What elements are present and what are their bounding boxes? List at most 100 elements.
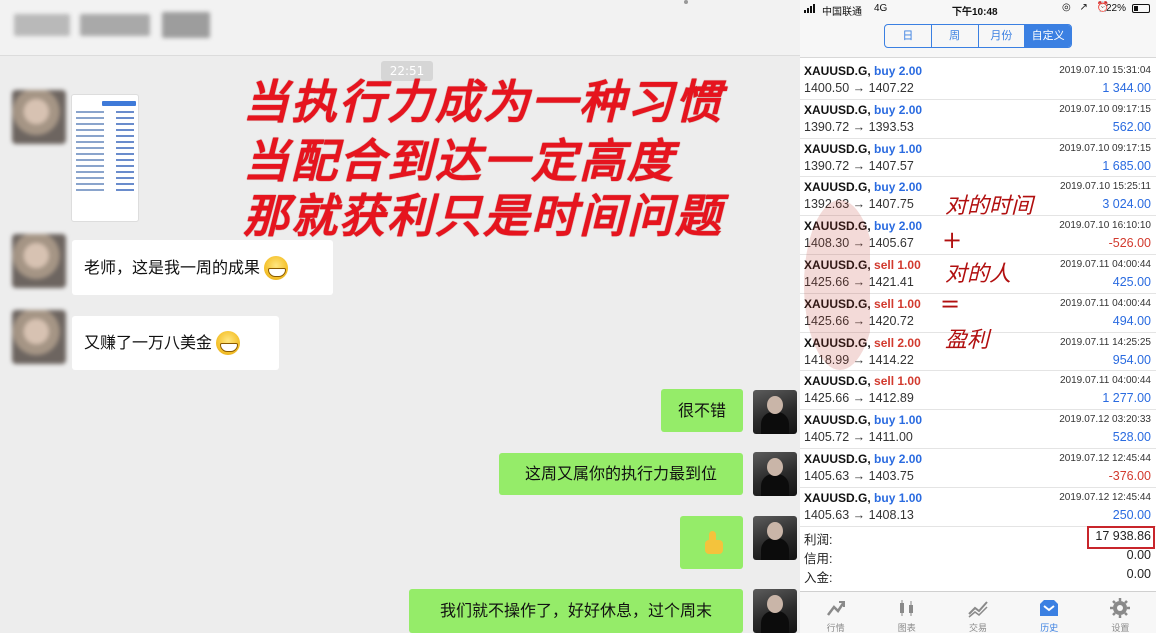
grin-icon <box>264 255 289 280</box>
deal-row[interactable]: XAUUSD.G, buy 2.00 1405.63 → 1403.75 2019.… <box>800 449 1156 488</box>
deal-side-volume: buy 2.00 <box>874 219 923 234</box>
summary-row-profit: 利润: 17 938.86 <box>800 526 1156 549</box>
deal-side-volume: buy 2.00 <box>874 102 923 117</box>
chat-panel: 22:51 老师，这是我一周的成果 又赚了一万八美金 很不错 这周又属你的执行力… <box>0 0 800 633</box>
deal-row[interactable]: XAUUSD.G, buy 2.00 1390.72 → 1393.53 2019.… <box>800 100 1156 139</box>
message-bubble[interactable]: 又赚了一万八美金 <box>72 316 279 370</box>
my-message-bubble[interactable]: 很不错 <box>661 389 743 432</box>
thumb-line <box>76 153 104 155</box>
battery-percent: 22% <box>1106 3 1127 14</box>
summary-value: 0.00 <box>1126 567 1151 581</box>
deal-profit: 494.00 <box>1112 313 1151 328</box>
status-icons: ◎ ↗ ⏰ <box>1062 2 1113 13</box>
thumb-line <box>76 135 104 137</box>
deal-symbol: XAUUSD.G, buy 1.00 <box>804 141 923 156</box>
deal-row[interactable]: XAUUSD.G, sell 1.00 1425.66 → 1412.89 2019… <box>800 371 1156 411</box>
deal-profit: 954.00 <box>1112 352 1151 367</box>
deal-symbol: XAUUSD.G, buy 2.00 <box>804 64 923 78</box>
my-message-bubble[interactable] <box>680 516 743 569</box>
my-avatar[interactable] <box>753 516 797 560</box>
tab-history[interactable]: 历史 <box>1014 592 1085 633</box>
my-avatar[interactable] <box>753 390 797 434</box>
deal-prices: 1390.72 → 1393.53 <box>804 119 914 134</box>
deal-profit: -526.00 <box>1108 236 1151 251</box>
deal-side-volume: buy 1.00 <box>874 141 923 156</box>
deal-side-volume: buy 2.00 <box>874 180 923 195</box>
more-icon[interactable] <box>684 0 688 4</box>
segment-week[interactable]: 周 <box>932 25 979 47</box>
deal-profit: 1 685.00 <box>1102 158 1151 173</box>
tab-trade[interactable]: 交易 <box>942 592 1013 633</box>
contact-avatar[interactable] <box>12 310 66 364</box>
deal-time: 2019.07.11 14:25:25 <box>1059 336 1151 348</box>
deal-side-volume: sell 1.00 <box>874 296 921 311</box>
deal-symbol: XAUUSD.G, buy 2.00 <box>804 180 923 195</box>
deal-time: 2019.07.12 12:45:44 <box>1059 491 1151 503</box>
deal-time: 2019.07.10 15:25:11 <box>1059 181 1151 193</box>
trading-app-screen: 中国联通 4G 下午10:48 ◎ ↗ ⏰ 22% 日 周 月份 自定义 XAU… <box>800 0 1156 633</box>
thumb-line <box>76 129 104 131</box>
my-avatar[interactable] <box>753 589 797 633</box>
thumb-line <box>76 183 104 185</box>
my-message-bubble[interactable]: 这周又属你的执行力最到位 <box>499 453 743 495</box>
tab-label: 图表 <box>897 623 916 633</box>
bottom-tab-bar: 行情 图表 交易 历史 设置 <box>800 591 1156 633</box>
thumb-line <box>116 135 134 137</box>
deal-time: 2019.07.12 12:45:44 <box>1059 452 1151 464</box>
deal-time: 2019.07.11 04:00:44 <box>1059 297 1151 309</box>
history-summary: 利润: 17 938.86 信用: 0.00 入金: 0.00 <box>800 526 1156 591</box>
thumbs-up-icon <box>699 530 725 556</box>
trade-icon <box>968 601 988 618</box>
deal-time: 2019.07.11 04:00:44 <box>1059 258 1151 270</box>
segment-month[interactable]: 月份 <box>979 25 1026 47</box>
my-avatar[interactable] <box>753 452 797 496</box>
thumb-line <box>116 159 134 161</box>
message-bubble[interactable]: 老师，这是我一周的成果 <box>72 240 333 295</box>
deal-side-volume: sell 1.00 <box>874 374 921 389</box>
status-bar: 中国联通 4G 下午10:48 ◎ ↗ ⏰ 22% <box>800 0 1156 18</box>
deal-row[interactable]: XAUUSD.G, buy 2.00 1400.50 → 1407.22 2019.… <box>800 61 1156 100</box>
message-text: 很不错 <box>677 400 726 420</box>
segment-custom[interactable]: 自定义 <box>1025 25 1071 47</box>
deal-time: 2019.07.12 03:20:33 <box>1059 414 1151 426</box>
thumb-line <box>116 141 134 143</box>
tab-label: 历史 <box>1040 623 1059 633</box>
shared-screenshot-image[interactable] <box>71 94 139 222</box>
handwritten-note: 盈利 <box>945 328 990 353</box>
deal-prices: 1405.63 → 1408.13 <box>804 507 914 522</box>
deal-row[interactable]: XAUUSD.G, buy 1.00 1390.72 → 1407.57 2019.… <box>800 139 1156 178</box>
segment-day[interactable]: 日 <box>885 25 932 47</box>
chat-title-redacted <box>80 14 150 36</box>
deal-row[interactable]: XAUUSD.G, buy 1.00 1405.63 → 1408.13 2019.… <box>800 488 1156 527</box>
summary-row-deposit: 入金: 0.00 <box>800 565 1156 585</box>
carrier-label: 中国联通 <box>822 7 862 18</box>
deal-profit: 425.00 <box>1112 274 1151 289</box>
deal-prices: 1390.72 → 1407.57 <box>804 158 914 173</box>
tab-settings[interactable]: 设置 <box>1085 592 1156 633</box>
thumb-line <box>76 111 104 113</box>
thumb-line <box>116 177 134 179</box>
my-message-bubble[interactable]: 我们就不操作了，好好休息，过个周末 <box>409 589 743 633</box>
thumb-line <box>116 165 134 167</box>
contact-avatar[interactable] <box>12 90 66 144</box>
deal-row[interactable]: XAUUSD.G, buy 1.00 1405.72 → 1411.00 2019.… <box>800 410 1156 449</box>
deal-side-volume: buy 1.00 <box>874 490 923 505</box>
tab-quotes[interactable]: 行情 <box>800 592 871 633</box>
thumb-line <box>76 147 104 149</box>
deal-profit: 250.00 <box>1112 507 1151 522</box>
deal-symbol: XAUUSD.G, buy 1.00 <box>804 413 923 428</box>
chat-title-redacted <box>162 12 210 38</box>
deal-time: 2019.07.10 09:17:15 <box>1059 103 1151 115</box>
tab-chart[interactable]: 图表 <box>871 592 942 633</box>
deal-symbol: XAUUSD.G, buy 2.00 <box>804 451 923 466</box>
contact-avatar[interactable] <box>12 234 66 288</box>
deal-time: 2019.07.10 09:17:15 <box>1059 142 1151 154</box>
deal-symbol: XAUUSD.G, sell 1.00 <box>804 374 921 389</box>
thumb-line <box>116 117 134 119</box>
deal-side-volume: buy 2.00 <box>874 64 923 78</box>
deal-time: 2019.07.10 16:10:10 <box>1059 220 1151 232</box>
thumb-line <box>116 189 134 191</box>
deal-time: 2019.07.10 15:31:04 <box>1059 65 1151 76</box>
grin-icon <box>216 331 241 355</box>
chat-header <box>0 0 800 56</box>
